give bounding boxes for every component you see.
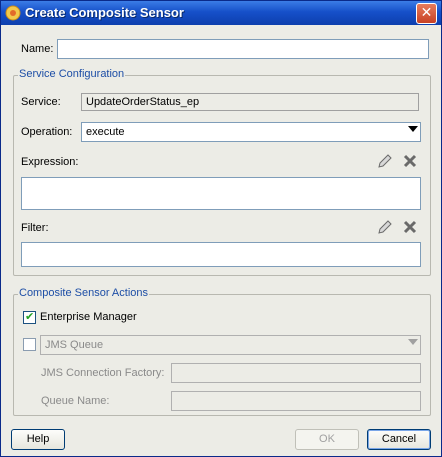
checkmark-icon: ✔ [25, 310, 35, 323]
service-field: UpdateOrderStatus_ep [81, 93, 419, 111]
name-input[interactable] [57, 39, 429, 59]
create-composite-sensor-dialog: Create Composite Sensor ✕ Name: Service … [0, 0, 442, 457]
jms-queue-select[interactable]: JMS Queue [40, 335, 421, 355]
expression-label: Expression: [21, 156, 79, 168]
cancel-button[interactable]: Cancel [367, 429, 431, 450]
title-bar[interactable]: Create Composite Sensor ✕ [1, 1, 441, 25]
ok-button[interactable]: OK [295, 429, 359, 450]
chevron-down-icon [408, 126, 418, 132]
jms-checkbox[interactable] [23, 338, 36, 351]
window-title: Create Composite Sensor [25, 5, 184, 20]
composite-sensor-icon [5, 5, 21, 21]
operation-select[interactable]: execute [81, 122, 421, 142]
composite-sensor-actions-legend: Composite Sensor Actions [18, 287, 150, 299]
filter-label: Filter: [21, 222, 49, 234]
queue-name-input[interactable] [171, 391, 421, 411]
service-configuration-legend: Service Configuration [18, 68, 126, 80]
pencil-icon[interactable] [377, 219, 393, 235]
enterprise-manager-checkbox[interactable]: ✔ [23, 310, 36, 324]
filter-input[interactable] [21, 242, 421, 267]
queue-name-label: Queue Name: [41, 395, 110, 407]
operation-label-text: Operation: [21, 126, 73, 138]
delete-icon[interactable] [402, 219, 418, 235]
expression-input[interactable] [21, 177, 421, 210]
jms-connection-factory-label: JMS Connection Factory: [41, 367, 165, 379]
jms-queue-selected-value: JMS Queue [45, 339, 104, 351]
pencil-icon[interactable] [377, 153, 393, 169]
delete-icon[interactable] [402, 153, 418, 169]
chevron-down-icon [408, 339, 418, 345]
service-label: Service: [21, 96, 61, 108]
close-button[interactable]: ✕ [416, 3, 437, 24]
enterprise-manager-label: Enterprise Manager [40, 311, 137, 323]
jms-connection-factory-input[interactable] [171, 363, 421, 383]
operation-selected-value: execute [86, 126, 125, 138]
name-label: Name: [21, 43, 54, 55]
help-button[interactable]: Help [11, 429, 65, 450]
